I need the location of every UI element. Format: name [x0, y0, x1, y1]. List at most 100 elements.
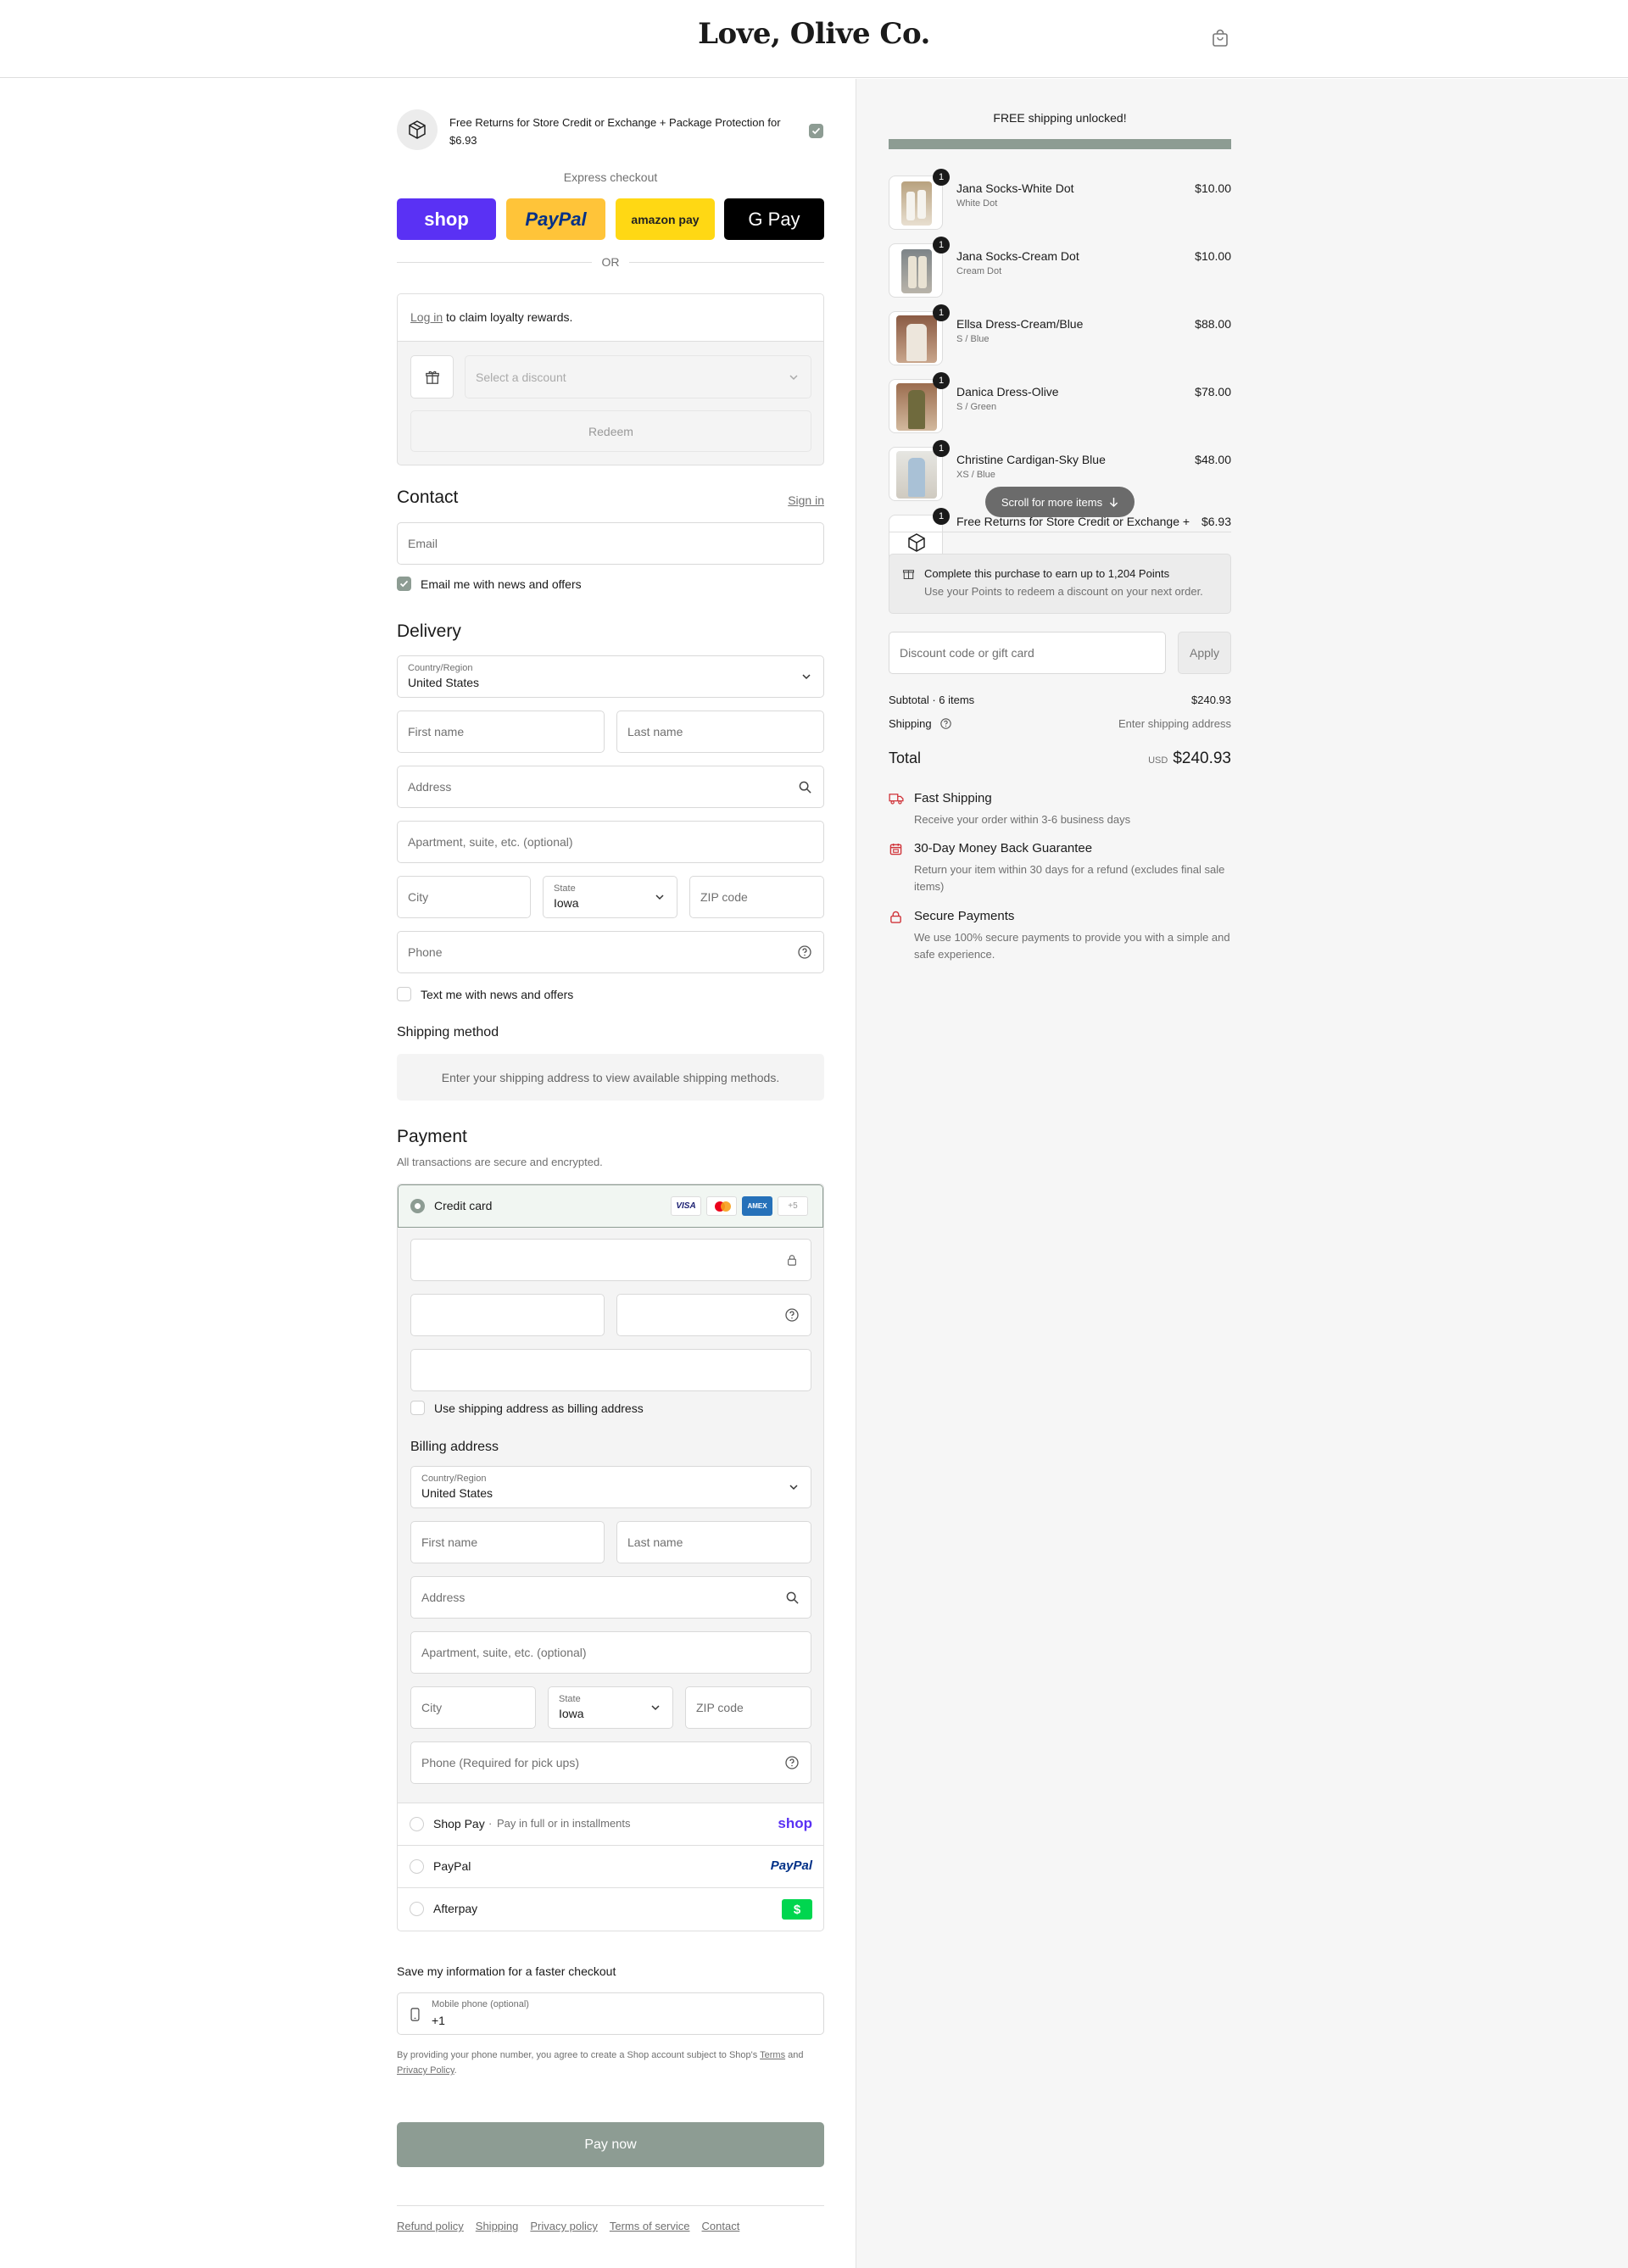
- express-checkout-label: Express checkout: [563, 170, 658, 184]
- item-variant: Cream Dot: [956, 266, 1002, 276]
- refund-policy-link[interactable]: Refund policy: [397, 2220, 464, 2232]
- item-price: $78.00: [1195, 385, 1231, 398]
- last-name-field[interactable]: Last name: [616, 710, 824, 753]
- shopping-bag-icon[interactable]: [1211, 29, 1229, 47]
- address-field[interactable]: Address: [397, 766, 824, 808]
- credit-card-option[interactable]: Credit card VISA AMEX +5: [398, 1184, 823, 1228]
- shop-pay-button[interactable]: shop: [397, 198, 496, 240]
- item-variant: S / Green: [956, 402, 997, 412]
- billing-country-value: United States: [421, 1486, 493, 1500]
- afterpay-radio[interactable]: [410, 1902, 424, 1916]
- help-icon[interactable]: [785, 1308, 799, 1322]
- divider: [397, 262, 592, 263]
- paypal-option[interactable]: PayPal PayPal: [398, 1845, 823, 1887]
- billing-state-select[interactable]: State Iowa: [548, 1686, 673, 1729]
- pay-now-button[interactable]: Pay now: [397, 2122, 824, 2167]
- terms-of-service-link[interactable]: Terms of service: [610, 2220, 690, 2232]
- billing-country-select[interactable]: Country/Region United States: [410, 1466, 811, 1508]
- first-name-field[interactable]: First name: [397, 710, 605, 753]
- redeem-button[interactable]: Redeem: [410, 410, 811, 452]
- zip-placeholder: ZIP code: [700, 890, 748, 904]
- billing-state-label: State: [559, 1694, 581, 1704]
- help-icon[interactable]: [940, 718, 951, 729]
- mobile-phone-label: Mobile phone (optional): [432, 1999, 529, 2009]
- item-price: $6.93: [1201, 515, 1231, 528]
- billing-apartment-placeholder: Apartment, suite, etc. (optional): [421, 1646, 587, 1659]
- card-number-field[interactable]: [410, 1239, 811, 1281]
- email-news-checkbox[interactable]: [397, 577, 411, 591]
- quantity-badge: 1: [933, 237, 950, 254]
- delivery-heading: Delivery: [397, 621, 461, 641]
- state-select[interactable]: State Iowa: [543, 876, 677, 918]
- discount-select-placeholder: Select a discount: [476, 371, 566, 384]
- billing-phone-placeholder: Phone (Required for pick ups): [421, 1756, 579, 1769]
- billing-zip-field[interactable]: ZIP code: [685, 1686, 811, 1729]
- afterpay-label: Afterpay: [433, 1902, 478, 1915]
- shipping-link[interactable]: Shipping: [476, 2220, 519, 2232]
- brand-logo[interactable]: Love, Olive Co.: [0, 17, 1628, 51]
- country-select[interactable]: Country/Region United States: [397, 655, 824, 698]
- google-pay-button[interactable]: G Pay: [724, 198, 824, 240]
- chevron-down-icon: [802, 674, 811, 680]
- phone-field[interactable]: Phone: [397, 931, 824, 973]
- expiry-field[interactable]: [410, 1294, 605, 1336]
- shop-pay-option[interactable]: Shop Pay · Pay in full or in installment…: [398, 1803, 823, 1845]
- afterpay-option[interactable]: Afterpay $: [398, 1887, 823, 1930]
- shop-pay-note: Pay in full or in installments: [497, 1817, 631, 1830]
- item-variant: White Dot: [956, 198, 998, 209]
- city-field[interactable]: City: [397, 876, 531, 918]
- discount-code-field[interactable]: Discount code or gift card: [889, 632, 1166, 674]
- privacy-policy-link[interactable]: Privacy policy: [530, 2220, 597, 2232]
- email-field[interactable]: Email: [397, 522, 824, 565]
- zip-field[interactable]: ZIP code: [689, 876, 824, 918]
- terms-link[interactable]: Terms: [760, 2050, 785, 2060]
- mastercard-icon: [706, 1196, 737, 1216]
- chevron-down-icon: [789, 375, 798, 381]
- apply-discount-button[interactable]: Apply: [1178, 632, 1231, 674]
- apartment-field[interactable]: Apartment, suite, etc. (optional): [397, 821, 824, 863]
- paypal-radio[interactable]: [410, 1859, 424, 1874]
- product-image: [889, 311, 943, 365]
- scroll-more-button[interactable]: Scroll for more items: [985, 487, 1135, 517]
- sign-in-link[interactable]: Sign in: [788, 493, 824, 507]
- item-price: $10.00: [1195, 249, 1231, 263]
- mobile-phone-field[interactable]: Mobile phone (optional) +1: [397, 1992, 824, 2035]
- quantity-badge: 1: [933, 169, 950, 186]
- item-name: Jana Socks-Cream Dot: [956, 249, 1079, 263]
- amazon-pay-button[interactable]: amazon pay: [616, 198, 715, 240]
- discount-select[interactable]: Select a discount: [465, 355, 811, 398]
- text-news-checkbox[interactable]: [397, 987, 411, 1001]
- contact-heading: Contact: [397, 488, 459, 507]
- billing-first-name-field[interactable]: First name: [410, 1521, 605, 1563]
- billing-city-field[interactable]: City: [410, 1686, 536, 1729]
- shop-pay-radio[interactable]: [410, 1817, 424, 1831]
- billing-address-field[interactable]: Address: [410, 1576, 811, 1619]
- contact-link[interactable]: Contact: [702, 2220, 740, 2232]
- credit-card-radio[interactable]: [410, 1199, 425, 1213]
- billing-phone-field[interactable]: Phone (Required for pick ups): [410, 1741, 811, 1784]
- paypal-logo: PayPal: [770, 1858, 812, 1873]
- item-price: $10.00: [1195, 181, 1231, 195]
- truck-icon: [889, 794, 904, 805]
- help-icon[interactable]: [785, 1756, 799, 1769]
- product-image: [889, 379, 943, 433]
- security-code-field[interactable]: [616, 1294, 811, 1336]
- free-shipping-message: FREE shipping unlocked!: [993, 111, 1127, 125]
- afterpay-logo: $: [782, 1899, 812, 1920]
- billing-last-name-field[interactable]: Last name: [616, 1521, 811, 1563]
- amex-icon: AMEX: [742, 1196, 772, 1216]
- name-on-card-field[interactable]: [410, 1349, 811, 1391]
- help-icon[interactable]: [798, 945, 811, 959]
- login-link[interactable]: Log in: [410, 310, 443, 324]
- protection-checkbox[interactable]: [809, 124, 823, 138]
- credit-card-label: Credit card: [434, 1199, 493, 1212]
- state-label: State: [554, 883, 576, 894]
- privacy-policy-link[interactable]: Privacy Policy: [397, 2065, 454, 2076]
- checkmark-icon: [399, 580, 409, 588]
- billing-apartment-field[interactable]: Apartment, suite, etc. (optional): [410, 1631, 811, 1674]
- use-shipping-checkbox[interactable]: [410, 1401, 425, 1415]
- perk-text: Return your item within 30 days for a re…: [914, 863, 1225, 893]
- period-text: .: [454, 2065, 457, 2076]
- paypal-button[interactable]: PayPal: [506, 198, 605, 240]
- cart-item: 1 Danica Dress-Olive S / Green $78.00: [889, 372, 1231, 440]
